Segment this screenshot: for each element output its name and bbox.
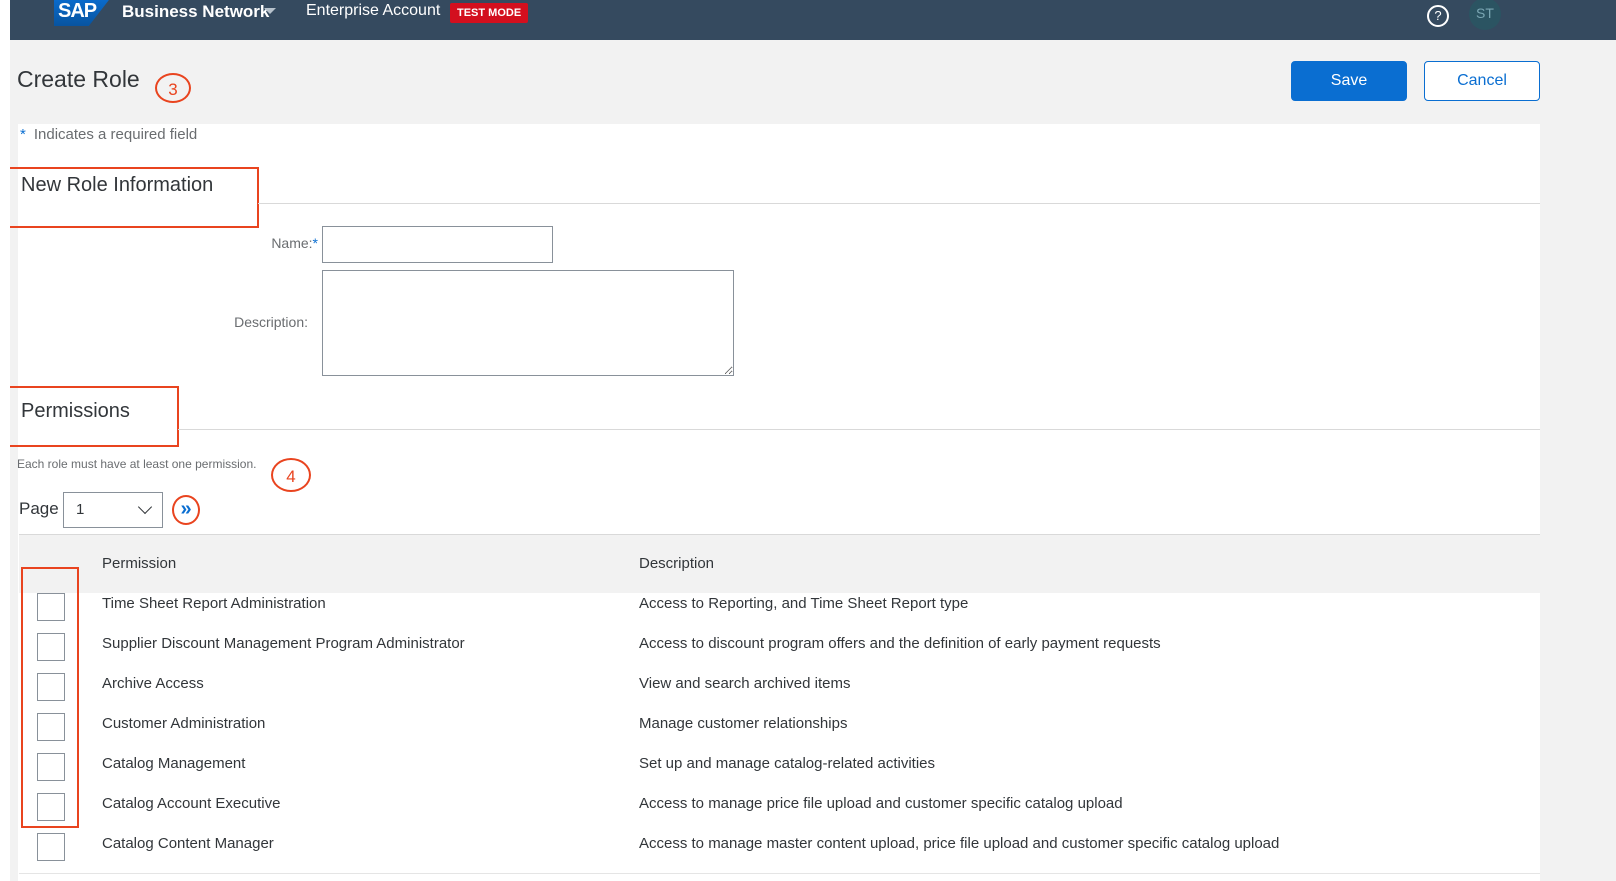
sap-logo[interactable]: SAP	[54, 0, 112, 26]
test-mode-badge: TEST MODE	[450, 3, 529, 23]
page-title: Create Role	[17, 66, 140, 92]
page-label: Page	[19, 499, 59, 518]
account-name: Enterprise Account	[306, 2, 441, 19]
table-row: Supplier Discount Management Program Adm…	[19, 633, 1540, 674]
permission-description: View and search archived items	[639, 675, 851, 692]
annotation-box-permissions	[10, 386, 179, 447]
required-field-note: * Indicates a required field	[20, 126, 197, 143]
column-header-permission: Permission	[102, 555, 177, 572]
permission-description: Set up and manage catalog-related activi…	[639, 755, 936, 772]
permission-name: Customer Administration	[102, 715, 266, 732]
description-label: Description:	[234, 314, 308, 330]
name-label: Name:*	[228, 235, 318, 251]
table-row: Catalog Content Manager Access to manage…	[19, 833, 1540, 874]
annotation-box-checkboxes	[21, 567, 79, 828]
chevron-down-icon	[137, 499, 153, 515]
annotation-marker-4: 4	[271, 458, 311, 492]
permission-description: Access to manage master content upload, …	[639, 835, 1280, 852]
table-row: Catalog Account Executive Access to mana…	[19, 793, 1540, 834]
table-header: Permission Description	[19, 534, 1540, 594]
permission-name: Catalog Content Manager	[102, 835, 274, 852]
save-button[interactable]: Save	[1291, 61, 1407, 101]
app-frame: SAP Business Network Enterprise Account …	[10, 0, 1616, 881]
section-divider	[178, 429, 1540, 430]
cancel-button[interactable]: Cancel	[1424, 61, 1540, 101]
permission-description: Access to Reporting, and Time Sheet Repo…	[639, 595, 969, 612]
table-row: Archive Access View and search archived …	[19, 673, 1540, 714]
column-header-description: Description	[639, 555, 715, 572]
page-select[interactable]: 1	[63, 492, 163, 528]
table-row: Customer Administration Manage customer …	[19, 713, 1540, 754]
permission-name: Catalog Account Executive	[102, 795, 281, 812]
permission-name: Catalog Management	[102, 755, 246, 772]
annotation-box-role-info	[10, 167, 259, 228]
role-name-input[interactable]	[322, 226, 553, 263]
table-row: Time Sheet Report Administration Access …	[19, 593, 1540, 634]
row-checkbox[interactable]	[37, 833, 65, 861]
page-select-value: 1	[76, 501, 85, 518]
required-asterisk: *	[312, 235, 318, 251]
table-row: Catalog Management Set up and manage cat…	[19, 753, 1540, 794]
user-avatar[interactable]: ST	[1469, 0, 1501, 30]
next-page-icon[interactable]: »	[172, 495, 200, 525]
shell-bar: SAP Business Network Enterprise Account …	[10, 0, 1616, 40]
permission-name: Time Sheet Report Administration	[102, 595, 326, 612]
required-field-text: Indicates a required field	[33, 126, 198, 143]
help-icon[interactable]: ?	[1427, 5, 1449, 27]
permission-name: Supplier Discount Management Program Adm…	[102, 635, 465, 652]
permission-description: Access to discount program offers and th…	[639, 635, 1161, 652]
required-asterisk: *	[20, 126, 26, 143]
permissions-note: Each role must have at least one permiss…	[17, 457, 257, 471]
permission-description: Access to manage price file upload and c…	[639, 795, 1123, 812]
role-description-input[interactable]	[322, 270, 734, 376]
caret-down-icon[interactable]	[264, 8, 276, 14]
permission-description: Manage customer relationships	[639, 715, 848, 732]
annotation-marker-3: 3	[155, 73, 191, 103]
permission-name: Archive Access	[102, 675, 204, 692]
section-divider	[258, 203, 1540, 204]
name-label-text: Name:	[271, 235, 313, 251]
product-switcher[interactable]: Business Network	[122, 2, 269, 22]
